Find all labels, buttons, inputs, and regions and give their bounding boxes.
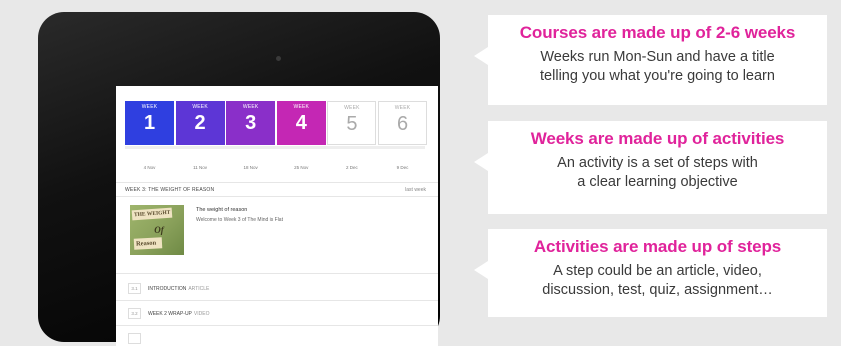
week-dates: 4 Nov 11 Nov 18 Nov 25 Nov 2 Dec 9 Dec — [125, 165, 425, 173]
week-date: 2 Dec — [346, 165, 358, 170]
callout-title: Weeks are made up of activities — [530, 129, 785, 148]
week-date: 18 Nov — [243, 165, 258, 170]
callout-body-line: A step could be an article, video, — [553, 263, 762, 279]
thumbnail-text-line: THE WEIGHT — [131, 207, 173, 221]
callout-body: A step could be an article, video, discu… — [488, 262, 827, 300]
callout-body: An activity is a set of steps with a cle… — [488, 154, 827, 192]
week-tile-number: 2 — [194, 112, 206, 134]
step-label: INTRODUCTION ARTICLE — [148, 286, 209, 292]
week-date: 25 Nov — [294, 165, 309, 170]
camera-dot — [276, 56, 281, 61]
divider — [116, 182, 438, 183]
callout-weeks: Courses are made up of 2-6 weeks Weeks r… — [474, 15, 827, 105]
week-tile-label: WEEK — [242, 104, 259, 110]
callout-body-line: An activity is a set of steps with — [557, 155, 758, 171]
callout-body: Weeks run Mon-Sun and have a title telli… — [488, 48, 827, 86]
callout-body-line: a clear learning objective — [577, 174, 738, 190]
tablet-device: WEEK 1 WEEK 2 WEEK 3 WEEK 4 WEEK 5 WEEK … — [38, 12, 440, 346]
step-type: VIDEO — [193, 311, 210, 317]
activity-title[interactable]: The weight of reason — [196, 207, 247, 213]
week-tile-number: 3 — [245, 112, 257, 134]
callout-body-line: telling you what you're going to learn — [540, 68, 775, 84]
week-tile-number: 6 — [396, 113, 409, 135]
week-tile-number: 5 — [346, 113, 358, 135]
week-date: 11 Nov — [193, 165, 208, 170]
step-number-placeholder — [128, 333, 141, 344]
divider — [116, 300, 438, 301]
callout-title: Activities are made up of steps — [533, 237, 782, 256]
week-tabs-underline — [125, 146, 425, 149]
week-date: 9 Dec — [396, 165, 409, 170]
week-tile-number: 4 — [295, 112, 307, 134]
week-tile-1[interactable]: WEEK 1 — [125, 101, 174, 145]
tablet-screen: WEEK 1 WEEK 2 WEEK 3 WEEK 4 WEEK 5 WEEK … — [116, 86, 438, 346]
divider — [116, 325, 438, 326]
step-number: 3.1 — [128, 283, 141, 294]
thumbnail-text-line: Of — [154, 225, 164, 235]
week-tile-number: 1 — [143, 112, 156, 134]
step-title: WEEK 2 WRAP-UP — [148, 311, 192, 317]
week-tile-label: WEEK — [344, 105, 360, 111]
callout-body-line: discussion, test, quiz, assignment… — [542, 282, 773, 298]
week-tile-label: WEEK — [192, 104, 208, 110]
week-tile-5[interactable]: WEEK 5 — [327, 101, 377, 145]
week-tile-2[interactable]: WEEK 2 — [175, 101, 225, 145]
callout-body-line: Weeks run Mon-Sun and have a title — [540, 49, 775, 65]
week-tile-4[interactable]: WEEK 4 — [276, 101, 326, 145]
callout-title: Courses are made up of 2-6 weeks — [519, 23, 796, 42]
week-selector: WEEK 1 WEEK 2 WEEK 3 WEEK 4 WEEK 5 WEEK … — [125, 101, 427, 145]
week-tile-label: WEEK — [293, 104, 310, 110]
week-tile-label: WEEK — [394, 105, 411, 111]
callout-steps: Activities are made up of steps A step c… — [474, 229, 827, 317]
callout-activities: Weeks are made up of activities An activ… — [474, 121, 827, 214]
divider — [116, 273, 438, 274]
week-tile-6[interactable]: WEEK 6 — [378, 101, 427, 145]
step-title: INTRODUCTION — [148, 286, 187, 292]
activity-description: Welcome to Week 3 of The Mind is Flat — [196, 217, 283, 223]
step-label: WEEK 2 WRAP-UP VIDEO — [148, 311, 209, 317]
week-tile-label: WEEK — [141, 104, 158, 110]
activity-thumbnail[interactable]: THE WEIGHT Of Reason — [130, 205, 184, 255]
thumbnail-text-line: Reason — [133, 237, 163, 250]
step-number: 3.2 — [128, 308, 141, 319]
divider — [116, 196, 438, 197]
last-week-link[interactable]: last week — [405, 187, 426, 193]
week-section-title: WEEK 3: THE WEIGHT OF REASON — [125, 187, 215, 193]
week-tile-3[interactable]: WEEK 3 — [226, 101, 276, 145]
step-type: ARTICLE — [188, 286, 210, 292]
week-date: 4 Nov — [143, 165, 156, 170]
